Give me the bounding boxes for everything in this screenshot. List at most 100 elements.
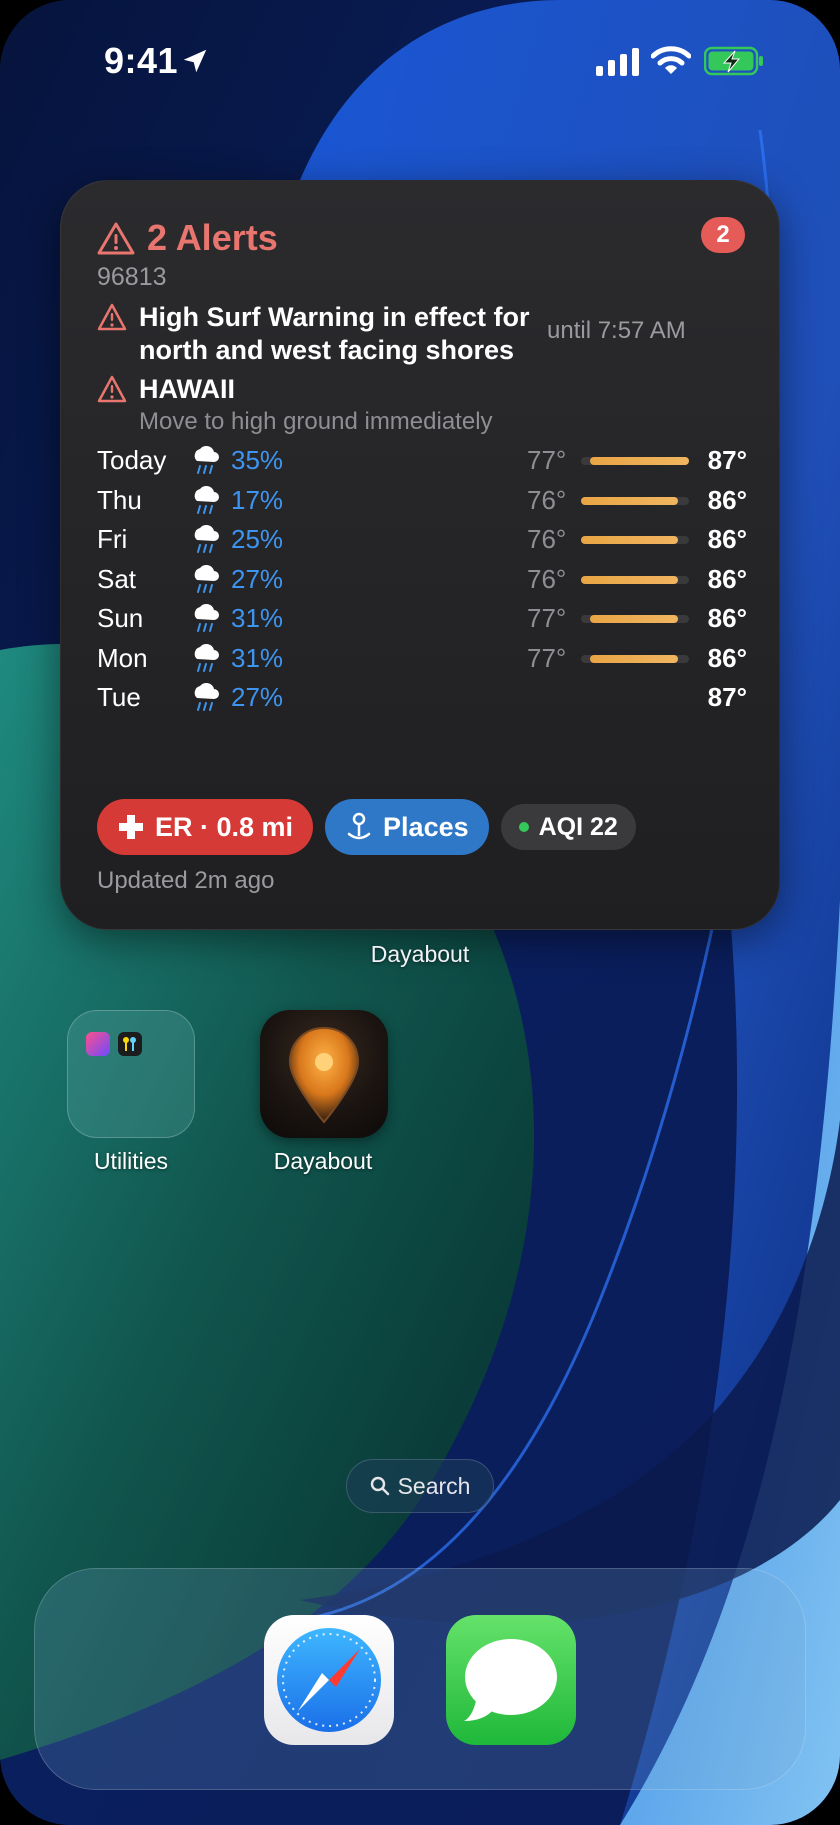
location-zip: 96813: [97, 263, 167, 291]
forecast-precip: 27%: [231, 563, 284, 594]
search-icon: [370, 1476, 389, 1496]
temperature-range-fill: [589, 654, 679, 663]
forecast-high: 87°: [707, 445, 747, 475]
temperature-range-fill: [589, 457, 689, 465]
home-screen: 9:41 2 Alerts 2 96813 High Surf Warning …: [0, 0, 840, 1825]
forecast-low: 76°: [527, 524, 567, 554]
forecast-precip: 31%: [231, 603, 284, 633]
forecast-precip: 35%: [231, 445, 284, 475]
forecast-row: Fri 25% 76° 86°: [97, 522, 747, 562]
utilities-label: Utilities: [93, 1148, 169, 1174]
forecast-day: Fri: [97, 524, 128, 554]
er-chip-label: ER · 0.8 mi: [155, 811, 294, 842]
er-chip[interactable]: ER · 0.8 mi: [97, 799, 314, 855]
temperature-range-bar: [581, 654, 689, 663]
rain-cloud-icon: [194, 603, 219, 632]
alert-title-line: HAWAII: [139, 374, 236, 404]
temperature-range-fill: [589, 615, 679, 623]
forecast-day: Mon: [97, 642, 148, 673]
forecast-low: 76°: [527, 484, 567, 515]
warning-triangle-icon: [97, 303, 127, 331]
location-pin-icon: [347, 812, 371, 840]
forecast-day: Thu: [97, 484, 142, 515]
aqi-chip-label: AQI 22: [538, 812, 618, 841]
alert-title-line: north and west facing shores: [139, 335, 515, 365]
dayabout-app-icon[interactable]: [260, 1010, 388, 1138]
search-label: Search: [397, 1472, 471, 1499]
compass-icon: [277, 1628, 381, 1732]
forecast-precip: 31%: [231, 642, 284, 673]
location-arrow-icon: [183, 49, 207, 73]
forecast-row: Sun 31% 77° 86°: [97, 601, 747, 641]
widget-label: Dayabout: [370, 941, 470, 967]
forecast-low: 76°: [527, 563, 567, 594]
alert-item[interactable]: HAWAII Move to high ground immediately: [97, 373, 493, 436]
temperature-range-bar: [581, 457, 689, 465]
forecast-day: Today: [97, 445, 167, 475]
alerts-title: 2 Alerts: [147, 217, 278, 258]
rain-cloud-icon: [194, 564, 219, 593]
forecast-high: 86°: [707, 484, 747, 515]
temperature-range-fill: [581, 575, 679, 584]
forecast-precip: 27%: [231, 682, 284, 712]
forecast-day: Sat: [97, 563, 137, 594]
safari-app-icon[interactable]: [264, 1615, 394, 1745]
alert-subtitle: Move to high ground immediately: [139, 408, 493, 435]
aqi-chip[interactable]: AQI 22: [500, 804, 636, 850]
forecast-row: Thu 17% 76° 86°: [97, 483, 747, 523]
action-chips: ER · 0.8 mi Places AQI 22: [97, 799, 648, 855]
temperature-range-fill: [581, 496, 679, 505]
map-pin-icon: [288, 1026, 360, 1124]
messages-app-icon[interactable]: [446, 1615, 576, 1745]
passwords-mini-icon: [118, 1032, 142, 1056]
forecast-low: 77°: [527, 445, 567, 475]
temperature-range-bar: [581, 536, 689, 544]
dayabout-label: Dayabout: [273, 1148, 373, 1174]
places-chip-label: Places: [383, 811, 469, 842]
aqi-status-dot: [518, 822, 529, 832]
rain-cloud-icon: [194, 524, 219, 553]
forecast-high: 86°: [707, 563, 747, 594]
shortcuts-mini-icon: [86, 1032, 110, 1056]
status-time: 9:41: [104, 40, 179, 81]
daily-forecast: Today 35% 77° 87° Thu 17% 76° 86° Fri 25% 76° 86° Sa…: [97, 443, 747, 720]
forecast-row: Today 35% 77° 87°: [97, 443, 747, 483]
temperature-range-bar: [581, 575, 689, 584]
medical-cross-icon: [119, 815, 143, 839]
search-button[interactable]: Search: [346, 1459, 494, 1513]
alert-until: until 7:57 AM: [547, 317, 686, 344]
utilities-folder[interactable]: [67, 1010, 195, 1138]
rain-cloud-icon: [194, 485, 219, 514]
dayabout-widget[interactable]: 2 Alerts 2 96813 High Surf Warning in ef…: [60, 180, 780, 930]
forecast-low: 77°: [527, 603, 567, 633]
forecast-high: 86°: [707, 524, 747, 554]
forecast-row: Mon 31% 77° 86°: [97, 641, 747, 681]
speech-bubble-icon: [464, 1639, 557, 1721]
forecast-high: 86°: [707, 642, 747, 673]
forecast-day: Tue: [97, 682, 141, 712]
temperature-range-fill: [581, 536, 679, 544]
forecast-high: 87°: [707, 682, 747, 712]
cellular-signal-icon: [596, 48, 639, 76]
wifi-icon: [651, 46, 691, 74]
warning-triangle-icon: [97, 222, 135, 255]
dock: [34, 1568, 806, 1790]
alert-title-line: High Surf Warning in effect for: [139, 302, 530, 332]
updated-timestamp: Updated 2m ago: [97, 867, 275, 894]
forecast-day: Sun: [97, 603, 144, 633]
forecast-precip: 25%: [231, 524, 284, 554]
battery-charging-icon: [704, 46, 763, 76]
alerts-header[interactable]: 2 Alerts: [97, 217, 278, 259]
rain-cloud-icon: [194, 643, 219, 672]
temperature-range-bar: [581, 615, 689, 623]
warning-triangle-icon: [97, 375, 127, 403]
forecast-row: Sat 27% 76° 86°: [97, 562, 747, 602]
alert-item[interactable]: High Surf Warning in effect for north an…: [97, 301, 530, 367]
alerts-count-badge: 2: [701, 217, 745, 253]
rain-cloud-icon: [194, 445, 219, 474]
forecast-row: Tue 27% 87°: [97, 680, 747, 720]
forecast-high: 86°: [707, 603, 747, 633]
forecast-precip: 17%: [231, 484, 284, 515]
places-chip[interactable]: Places: [325, 799, 489, 855]
forecast-low: 77°: [527, 642, 567, 673]
